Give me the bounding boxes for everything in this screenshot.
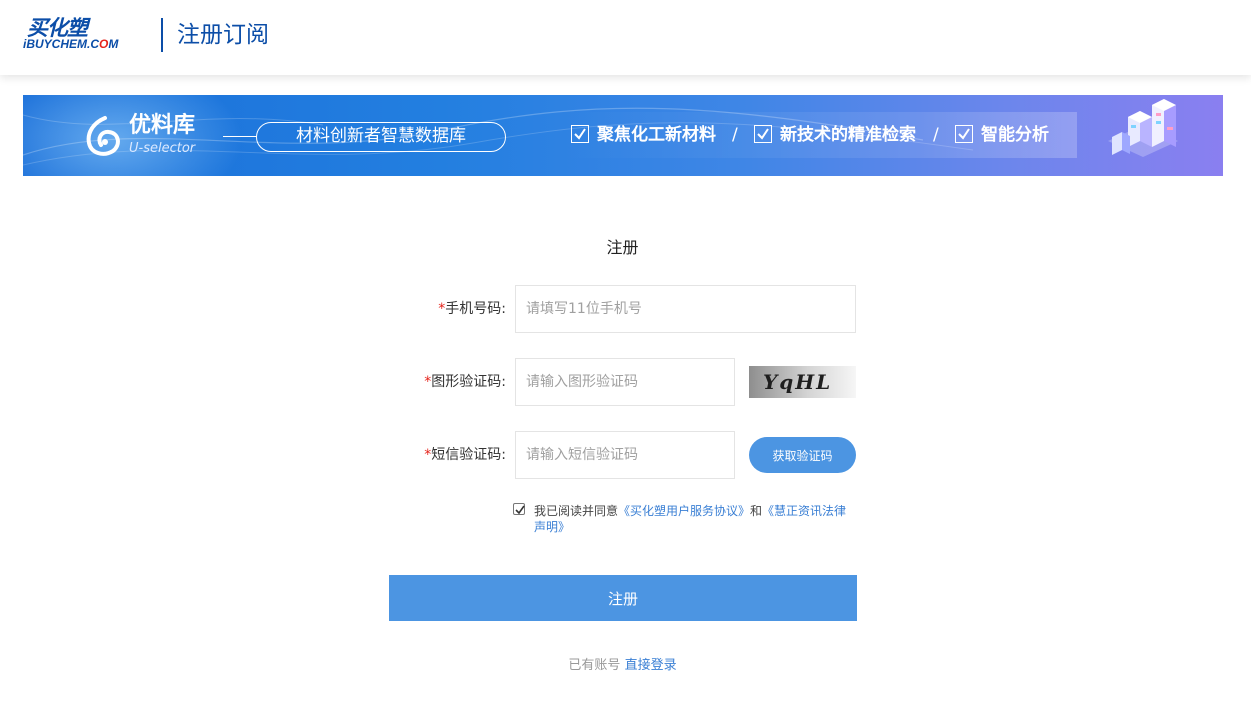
brand-subtitle: U-selector	[129, 141, 196, 156]
get-sms-code-button[interactable]: 获取验证码	[749, 437, 856, 473]
captcha-image[interactable]: YqHL	[749, 366, 856, 398]
promo-banner: 优料库 U-selector 材料创新者智慧数据库 聚焦化工新材料 / 新技术的…	[23, 95, 1223, 176]
brand-name: 优料库	[129, 113, 196, 138]
form-title: 注册	[606, 238, 639, 257]
feature-label: 聚焦化工新材料	[597, 125, 716, 145]
register-submit-button[interactable]: 注册	[389, 575, 857, 621]
sms-code-label-text: 短信验证码:	[431, 447, 506, 463]
phone-input[interactable]	[515, 285, 856, 333]
feature-item-1: 聚焦化工新材料	[571, 124, 716, 148]
login-prompt-text: 已有账号	[568, 658, 621, 673]
checkbox-icon	[955, 125, 973, 143]
checkbox-icon	[571, 125, 589, 143]
phone-label: *手机号码:	[396, 299, 506, 319]
service-agreement-link[interactable]: 《买化塑用户服务协议》	[618, 504, 750, 518]
u-selector-logo-icon	[86, 116, 120, 156]
checkbox-icon	[754, 125, 772, 143]
feature-item-3: 智能分析	[955, 124, 1049, 148]
image-code-input[interactable]	[515, 358, 735, 406]
feature-separator: /	[933, 125, 939, 145]
banner-connector-line	[223, 136, 257, 137]
top-header: 买化塑 iBUYCHEM.COM 注册订阅	[0, 0, 1251, 75]
feature-label: 智能分析	[981, 125, 1049, 145]
sms-code-label: *短信验证码:	[396, 445, 506, 465]
logo-en-right: M	[108, 37, 119, 51]
logo-en-o: O	[99, 37, 109, 51]
logo-en-left: iBUYCHEM.C	[23, 37, 100, 51]
sms-code-input[interactable]	[515, 431, 735, 479]
logo-chinese-text: 买化塑	[27, 15, 88, 40]
banner-tagline: 材料创新者智慧数据库	[256, 122, 506, 152]
isometric-buildings-illustration	[1108, 99, 1178, 157]
feature-separator: /	[732, 125, 738, 145]
ibuychem-logo[interactable]: 买化塑 iBUYCHEM.COM	[23, 17, 148, 55]
captcha-text: YqHL	[763, 370, 832, 394]
login-prompt: 已有账号 直接登录	[0, 657, 1245, 675]
direct-login-link[interactable]: 直接登录	[625, 658, 677, 673]
page-title: 注册订阅	[177, 22, 269, 48]
feature-item-2: 新技术的精准检索	[754, 124, 916, 148]
image-code-label: *图形验证码:	[396, 372, 506, 392]
checkmark-icon	[515, 505, 525, 515]
feature-label: 新技术的精准检索	[780, 125, 916, 145]
phone-label-text: 手机号码:	[445, 301, 506, 317]
logo-english-text: iBUYCHEM.COM	[23, 38, 118, 51]
image-code-label-text: 图形验证码:	[431, 374, 506, 390]
agreement-text: 我已阅读并同意《买化塑用户服务协议》和《慧正资讯法律声明》	[534, 503, 854, 535]
header-divider	[161, 18, 163, 52]
agreement-prefix: 我已阅读并同意	[534, 504, 619, 518]
agreement-and: 和	[750, 504, 763, 518]
agreement-checkbox[interactable]	[513, 503, 525, 515]
